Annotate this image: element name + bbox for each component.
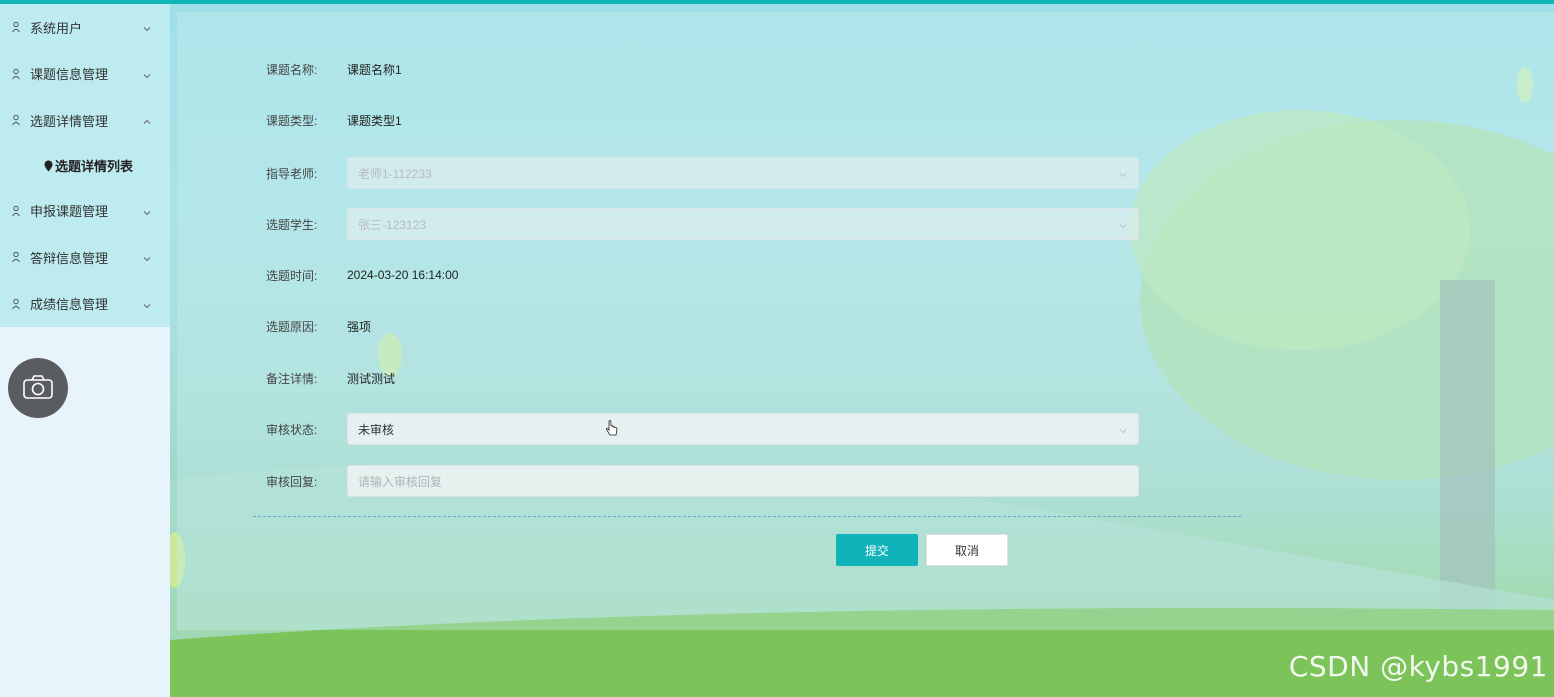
select-time-label: 选题时间: [266, 268, 318, 283]
row-review-status: 审核状态: 未审核 [266, 413, 1139, 445]
chevron-up-icon [142, 115, 152, 125]
row-reason: 选题原因: 强项 [266, 310, 371, 342]
sidebar-item-topic-info[interactable]: 课题信息管理 [0, 51, 170, 98]
reason-label: 选题原因: [266, 319, 318, 334]
topic-name-value: 课题名称1 [347, 62, 402, 77]
chevron-down-icon [142, 22, 152, 32]
screenshot-camera-button[interactable] [8, 358, 68, 418]
chevron-down-icon [142, 69, 152, 79]
sidebar-subitem-selection-list[interactable]: 选题详情列表 [0, 144, 170, 188]
select-time-value: 2024-03-20 16:14:00 [347, 268, 459, 282]
sidebar-item-selection-details[interactable]: 选题详情管理 [0, 97, 170, 144]
teacher-select: 老师1-112233 [347, 157, 1139, 189]
sidebar-item-label: 课题信息管理 [30, 67, 109, 83]
chevron-down-icon [1118, 425, 1128, 435]
row-topic-type: 课题类型: 课题类型1 [266, 104, 402, 136]
user-icon [10, 204, 24, 218]
review-reply-placeholder: 请输入审核回复 [358, 474, 443, 489]
chevron-down-icon [142, 299, 152, 309]
sidebar-item-system-users[interactable]: 系统用户 [0, 4, 170, 51]
sidebar-menu: 系统用户 课题信息管理 选题详情管理 选题详情列表 申报课题管理 答辩信息管理 [0, 4, 170, 327]
topic-name-label: 课题名称: [266, 62, 318, 77]
sidebar-item-label: 选题详情管理 [30, 113, 109, 129]
hand-cursor-icon [605, 420, 619, 438]
sidebar-item-declare-topic[interactable]: 申报课题管理 [0, 188, 170, 235]
review-status-label: 审核状态: [266, 422, 318, 437]
location-pin-icon [44, 160, 53, 172]
chevron-down-icon [1118, 220, 1128, 230]
topic-type-value: 课题类型1 [347, 113, 402, 128]
sidebar-item-defense-info[interactable]: 答辩信息管理 [0, 234, 170, 281]
sidebar-subitem-label: 选题详情列表 [55, 159, 134, 174]
sidebar-item-label: 成绩信息管理 [30, 297, 109, 313]
row-review-reply: 审核回复: 请输入审核回复 [266, 465, 1139, 497]
remark-value: 测试测试 [347, 371, 396, 386]
sidebar-item-grade-info[interactable]: 成绩信息管理 [0, 281, 170, 328]
user-icon [10, 113, 24, 127]
row-topic-name: 课题名称: 课题名称1 [266, 53, 402, 85]
student-select: 张三-123123 [347, 208, 1139, 240]
row-select-time: 选题时间: 2024-03-20 16:14:00 [266, 259, 458, 291]
chevron-down-icon [1118, 169, 1128, 179]
camera-icon [22, 374, 54, 403]
chevron-down-icon [142, 206, 152, 216]
user-icon [10, 297, 24, 311]
teacher-label: 指导老师: [266, 166, 318, 181]
student-label: 选题学生: [266, 217, 318, 232]
teacher-select-value: 老师1-112233 [358, 166, 432, 181]
sidebar-item-label: 答辩信息管理 [30, 250, 109, 266]
form-divider [253, 516, 1241, 517]
user-icon [10, 20, 24, 34]
review-reply-label: 审核回复: [266, 474, 318, 489]
remark-label: 备注详情: [266, 371, 318, 386]
review-status-select[interactable]: 未审核 [347, 413, 1139, 445]
row-teacher: 指导老师: 老师1-112233 [266, 157, 1139, 189]
chevron-down-icon [142, 252, 152, 262]
row-student: 选题学生: 张三-123123 [266, 208, 1139, 240]
submit-button[interactable]: 提交 [836, 534, 918, 566]
user-icon [10, 250, 24, 264]
reason-value: 强项 [347, 319, 372, 334]
student-select-value: 张三-123123 [358, 217, 427, 232]
cancel-button[interactable]: 取消 [926, 534, 1008, 566]
user-icon [10, 67, 24, 81]
topic-type-label: 课题类型: [266, 113, 318, 128]
sidebar-item-label: 申报课题管理 [30, 204, 109, 220]
watermark: CSDN @kybs1991 [1288, 650, 1548, 683]
sidebar: 系统用户 课题信息管理 选题详情管理 选题详情列表 申报课题管理 答辩信息管理 [0, 4, 170, 697]
review-status-value: 未审核 [358, 422, 395, 437]
sidebar-item-label: 系统用户 [30, 20, 83, 36]
review-reply-input[interactable]: 请输入审核回复 [347, 465, 1139, 497]
top-accent-bar [0, 0, 1554, 4]
row-remark: 备注详情: 测试测试 [266, 362, 395, 394]
